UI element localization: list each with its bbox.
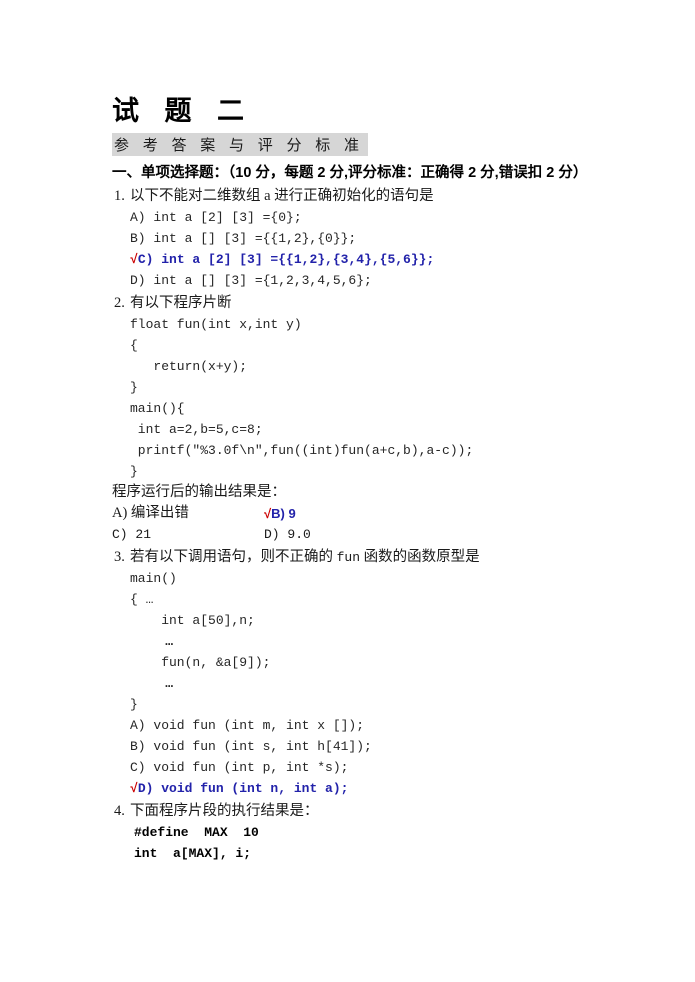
question-2-number: 2. xyxy=(114,294,125,311)
question-3-option-c-text: C) void fun (int p, int *s); xyxy=(130,759,349,775)
question-3-stem-post: 函数的函数原型是 xyxy=(360,548,480,565)
question-4-number: 4. xyxy=(114,802,125,819)
question-1-stem: 1. 以下不能对二维数组 a 进行正确初始化的语句是 xyxy=(112,186,612,207)
code-line: } xyxy=(130,379,138,395)
question-3: 3. 若有以下调用语句，则不正确的 fun 函数的函数原型是 main() { …… xyxy=(112,547,612,799)
question-1-option-a-text: A) int a [2] [3] ={0}; xyxy=(130,209,302,225)
question-1: 1. 以下不能对二维数组 a 进行正确初始化的语句是 A) int a [2] … xyxy=(112,186,612,291)
code-line: int a[MAX], i; xyxy=(134,845,252,861)
question-3-option-d-text: D) void fun (int n, int a); xyxy=(137,780,349,796)
page-title: 试 题 二 xyxy=(112,96,254,126)
question-2-code-block: float fun(int x,int y) { return(x+y); } … xyxy=(112,314,612,482)
question-2-option-d[interactable]: D) 9.0 xyxy=(264,524,311,545)
question-1-option-c-text: C) int a [2] [3] ={{1,2},{3,4},{5,6}}; xyxy=(137,251,435,267)
question-2-options-row-1: A) 编译出错 √B) 9 xyxy=(112,503,612,524)
code-line: { xyxy=(130,337,138,353)
checkmark-icon: √ xyxy=(130,251,138,267)
question-2: 2. 有以下程序片断 float fun(int x,int y) { retu… xyxy=(112,293,612,545)
question-1-option-d-text: D) int a [] [3] ={1,2,3,4,5,6}; xyxy=(130,272,372,288)
code-line: int a[50],n; xyxy=(130,612,255,628)
question-3-stem: 3. 若有以下调用语句，则不正确的 fun 函数的函数原型是 xyxy=(112,547,612,568)
code-line: float fun(int x,int y) xyxy=(130,316,302,332)
checkmark-icon: √ xyxy=(130,780,138,796)
question-1-option-b-text: B) int a [] [3] ={{1,2},{0}}; xyxy=(130,230,357,246)
question-2-prompt: 程序运行后的输出结果是： xyxy=(112,483,286,500)
question-3-option-a-text: A) void fun (int m, int x []); xyxy=(130,717,365,733)
question-2-option-c[interactable]: C) 21 xyxy=(112,524,151,545)
question-1-option-b[interactable]: B) int a [] [3] ={{1,2},{0}}; xyxy=(112,228,612,249)
question-1-number: 1. xyxy=(114,187,125,204)
question-1-option-a[interactable]: A) int a [2] [3] ={0}; xyxy=(112,207,612,228)
code-line: … xyxy=(130,675,175,691)
question-4-stem: 4. 下面程序片段的执行结果是： xyxy=(112,801,612,822)
question-3-code-block: main() { … int a[50],n; … fun(n, &a[9]);… xyxy=(112,568,612,715)
code-line: … xyxy=(130,633,175,649)
question-1-stem-text: 以下不能对二维数组 a 进行正确初始化的语句是 xyxy=(130,187,434,204)
code-line: #define MAX 10 xyxy=(134,824,259,840)
question-2-option-b-text: B) 9 xyxy=(271,505,296,521)
question-3-option-b[interactable]: B) void fun (int s, int h[41]); xyxy=(112,736,612,757)
subtitle-wrapper: 参 考 答 案 与 评 分 标 准 xyxy=(112,127,612,156)
document-page: 试 题 二 参 考 答 案 与 评 分 标 准 一、单项选择题：（10 分，每题… xyxy=(112,0,612,864)
code-line: main() xyxy=(130,570,177,586)
question-2-option-a[interactable]: A) 编译出错 xyxy=(112,503,189,524)
question-3-option-a[interactable]: A) void fun (int m, int x []); xyxy=(112,715,612,736)
code-line: } xyxy=(130,463,138,479)
code-line: { … xyxy=(130,591,154,607)
question-3-option-b-text: B) void fun (int s, int h[41]); xyxy=(130,738,372,754)
question-2-stem-text: 有以下程序片断 xyxy=(130,294,232,311)
question-4: 4. 下面程序片段的执行结果是： #define MAX 10 int a[MA… xyxy=(112,801,612,864)
question-2-options-row-2: C) 21 D) 9.0 xyxy=(112,524,612,545)
question-3-number: 3. xyxy=(114,548,125,565)
question-4-stem-text: 下面程序片段的执行结果是： xyxy=(130,802,319,819)
code-line: fun(n, &a[9]); xyxy=(130,654,271,670)
code-line: } xyxy=(130,696,138,712)
question-3-stem-pre: 若有以下调用语句，则不正确的 xyxy=(130,548,337,565)
question-3-option-d[interactable]: √D) void fun (int n, int a); xyxy=(112,778,612,799)
code-line: printf("%3.0f\n",fun((int)fun(a+c,b),a-c… xyxy=(130,442,474,458)
question-1-option-d[interactable]: D) int a [] [3] ={1,2,3,4,5,6}; xyxy=(112,270,612,291)
code-line: int a=2,b=5,c=8; xyxy=(130,421,263,437)
code-line: return(x+y); xyxy=(130,358,248,374)
question-4-code-block: #define MAX 10 int a[MAX], i; xyxy=(112,822,612,864)
question-2-stem: 2. 有以下程序片断 xyxy=(112,293,612,314)
question-3-stem-mono: fun xyxy=(336,549,361,565)
section-heading: 一、单项选择题：（10 分，每题 2 分,评分标准：正确得 2 分,错误扣 2 … xyxy=(112,164,588,181)
document-subtitle: 参 考 答 案 与 评 分 标 准 xyxy=(112,132,369,156)
question-1-option-c[interactable]: √C) int a [2] [3] ={{1,2},{3,4},{5,6}}; xyxy=(112,249,612,270)
question-2-option-b[interactable]: √B) 9 xyxy=(264,503,296,524)
code-line: main(){ xyxy=(130,400,185,416)
question-3-option-c[interactable]: C) void fun (int p, int *s); xyxy=(112,757,612,778)
